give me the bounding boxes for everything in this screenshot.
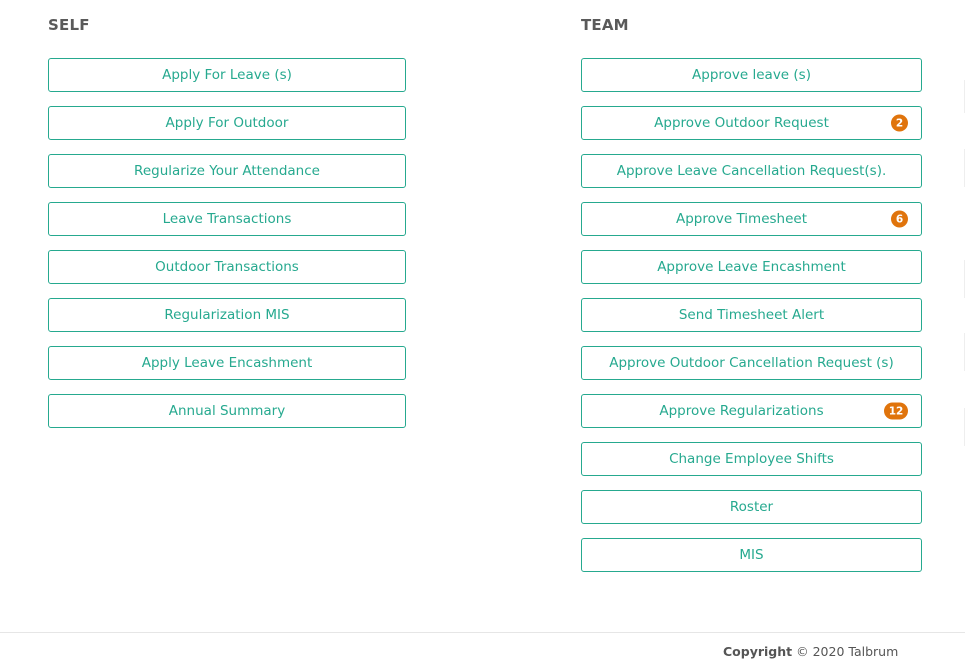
button-label: Approve Leave Cancellation Request(s). [616,163,887,179]
team-button-approve-leave-cancellation-request-s[interactable]: Approve Leave Cancellation Request(s). [581,154,922,188]
button-label: Approve leave (s) [692,67,811,83]
self-button-apply-for-leave-s[interactable]: Apply For Leave (s) [48,58,406,92]
button-label: Send Timesheet Alert [678,307,825,323]
team-button-approve-regularizations[interactable]: Approve Regularizations 12 [581,394,922,428]
button-label: Leave Transactions [162,211,292,227]
self-button-apply-for-outdoor[interactable]: Apply For Outdoor [48,106,406,140]
button-label: Roster [729,499,774,515]
team-button-approve-timesheet[interactable]: Approve Timesheet 6 [581,202,922,236]
button-label: Approve Regularizations [659,403,824,419]
team-button-approve-leave-s[interactable]: Approve leave (s) [581,58,922,92]
button-label: Approve Outdoor Request [654,115,829,131]
button-label: Annual Summary [168,403,286,419]
copyright-label: Copyright [723,644,793,659]
button-label: Outdoor Transactions [155,259,299,275]
count-badge: 12 [884,402,908,420]
team-button-send-timesheet-alert[interactable]: Send Timesheet Alert [581,298,922,332]
self-button-regularize-your-attendance[interactable]: Regularize Your Attendance [48,154,406,188]
self-button-regularization-mis[interactable]: Regularization MIS [48,298,406,332]
team-button-change-employee-shifts[interactable]: Change Employee Shifts [581,442,922,476]
footer: Copyright © 2020 Talbrum [723,644,898,659]
self-button-apply-leave-encashment[interactable]: Apply Leave Encashment [48,346,406,380]
team-button-approve-leave-encashment[interactable]: Approve Leave Encashment [581,250,922,284]
button-label: Apply Leave Encashment [141,355,313,371]
button-label: Regularization MIS [164,307,290,323]
button-label: Approve Leave Encashment [657,259,846,275]
team-button-approve-outdoor-request[interactable]: Approve Outdoor Request 2 [581,106,922,140]
button-label: MIS [739,547,764,563]
button-label: Apply For Outdoor [165,115,289,131]
self-button-leave-transactions[interactable]: Leave Transactions [48,202,406,236]
team-button-roster[interactable]: Roster [581,490,922,524]
button-label: Approve Timesheet [675,211,807,227]
self-button-annual-summary[interactable]: Annual Summary [48,394,406,428]
count-badge: 6 [891,210,908,228]
button-label: Approve Outdoor Cancellation Request (s) [609,355,894,371]
self-heading: SELF [48,16,90,34]
button-label: Apply For Leave (s) [162,67,292,83]
team-heading: TEAM [581,16,629,34]
team-button-approve-outdoor-cancellation-request-s[interactable]: Approve Outdoor Cancellation Request (s) [581,346,922,380]
button-label: Regularize Your Attendance [134,163,320,179]
team-button-mis[interactable]: MIS [581,538,922,572]
copyright-text: © 2020 Talbrum [796,644,899,659]
footer-divider [0,632,965,633]
self-button-outdoor-transactions[interactable]: Outdoor Transactions [48,250,406,284]
button-label: Change Employee Shifts [669,451,834,467]
count-badge: 2 [891,114,908,132]
